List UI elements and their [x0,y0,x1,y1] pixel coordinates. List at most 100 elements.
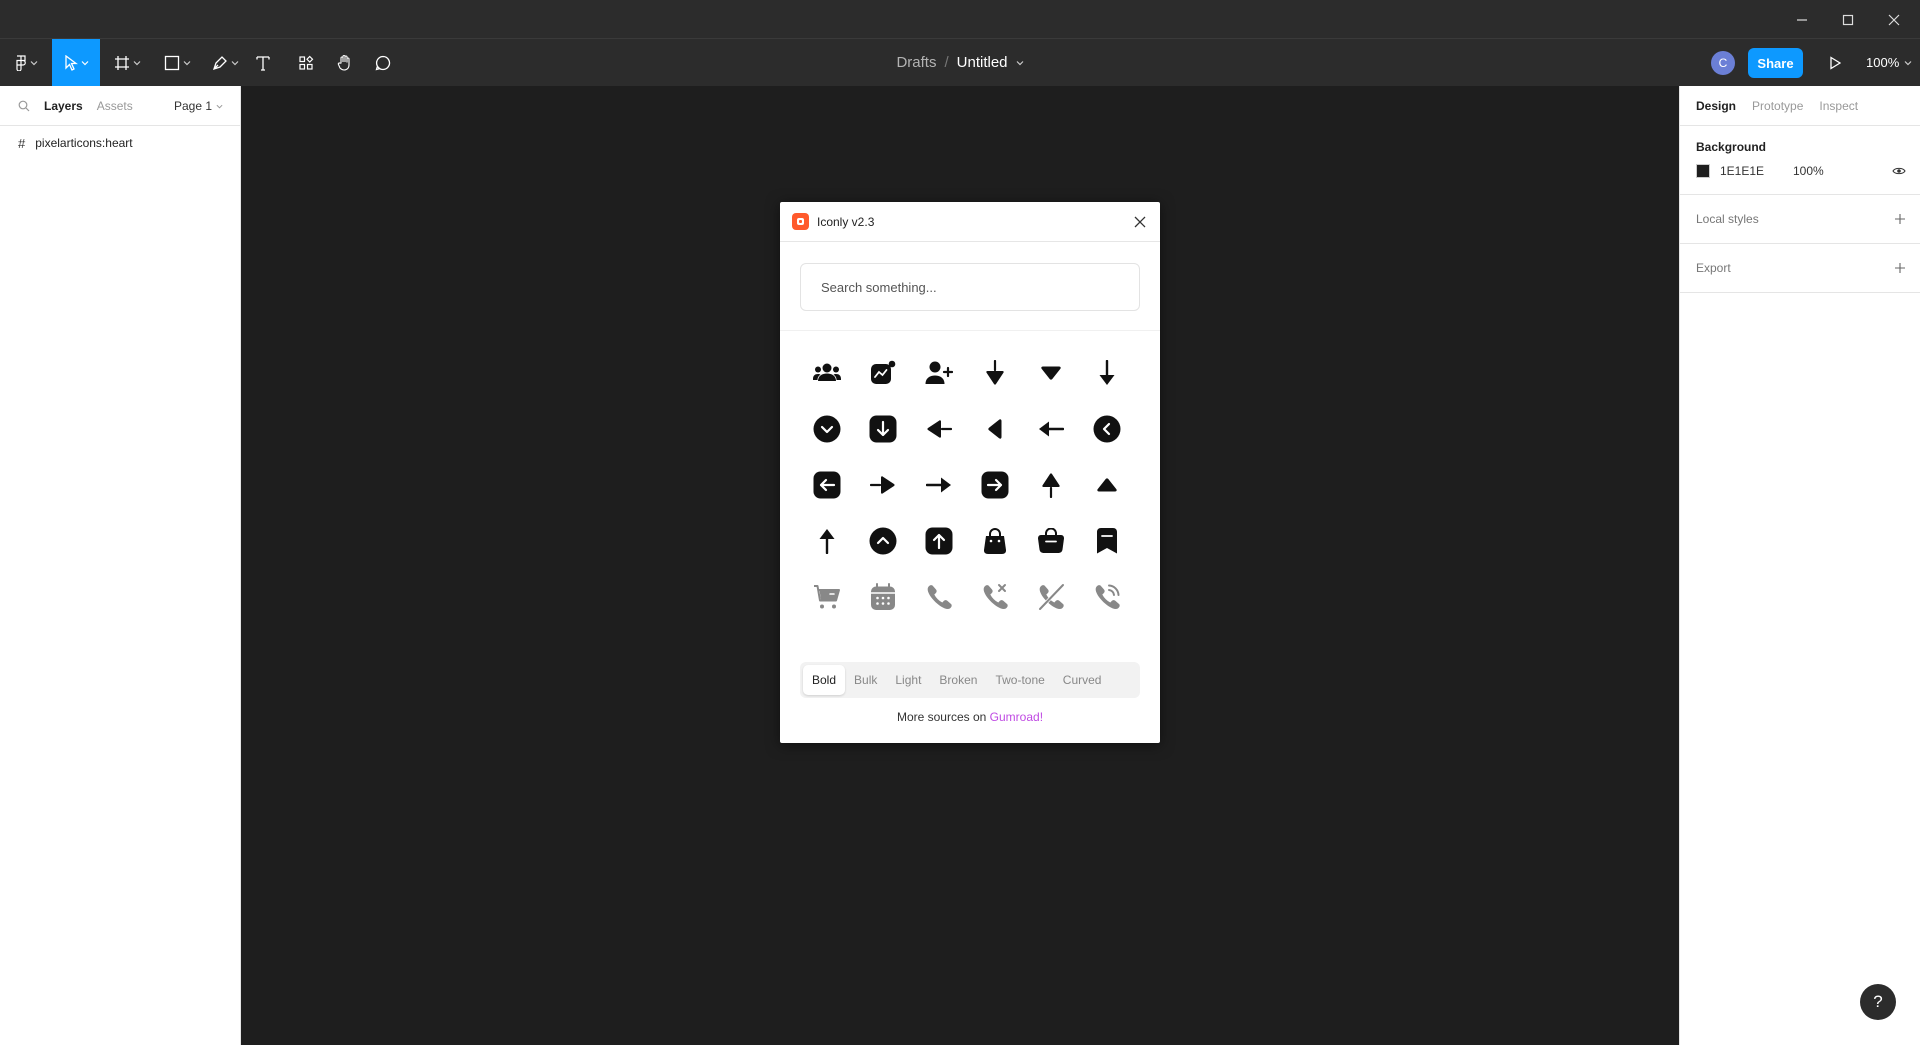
arrow-right-icon[interactable] [911,457,967,513]
bag-icon[interactable] [967,513,1023,569]
present-button[interactable] [1820,39,1850,86]
background-fill-row: 1E1E1E 100% [1680,154,1920,188]
chevron-down-icon [231,60,238,65]
page-selector[interactable]: Page 1 [174,86,223,126]
footer-text: More sources on [896,710,990,724]
breadcrumb-drafts[interactable]: Drafts [896,54,936,71]
arrow-up-3-icon[interactable] [1079,457,1135,513]
arrow-up-circle-icon[interactable] [855,513,911,569]
buy-icon[interactable] [799,569,855,625]
hand-tool-button[interactable] [330,39,360,86]
tab-design[interactable]: Design [1696,99,1736,113]
arrow-down-2-icon[interactable] [967,345,1023,401]
resources-tool-button[interactable] [291,39,321,86]
share-button[interactable]: Share [1748,48,1803,78]
maximize-button[interactable] [1825,0,1871,39]
iconly-plugin-window: Iconly v2.3 Search something... Bold Bul… [780,202,1160,743]
style-tab-light[interactable]: Light [886,665,930,695]
bag-2-icon[interactable] [1023,513,1079,569]
arrow-down-3-icon[interactable] [1023,345,1079,401]
comment-icon [375,55,391,70]
arrow-right-square-icon[interactable] [967,457,1023,513]
style-tab-curved[interactable]: Curved [1054,665,1111,695]
plus-icon[interactable] [1894,262,1906,274]
help-button[interactable]: ? [1860,984,1896,1020]
style-tab-bold[interactable]: Bold [803,665,846,695]
arrow-up-2-icon[interactable] [1023,457,1079,513]
title-bar [0,0,1920,39]
avatar[interactable]: C [1711,51,1735,75]
arrow-up-square-icon[interactable] [911,513,967,569]
arrow-left-square-icon[interactable] [799,457,855,513]
minimize-button[interactable] [1779,0,1825,39]
toolbar: Drafts / Untitled C Share 100% [0,39,1920,86]
background-swatch[interactable] [1696,164,1710,178]
arrow-down-circle-icon[interactable] [799,401,855,457]
background-title: Background [1696,140,1767,154]
text-icon [256,55,270,71]
users-icon[interactable] [799,345,855,401]
chevron-down-icon [133,60,140,65]
chevron-down-icon [81,60,88,65]
tab-prototype[interactable]: Prototype [1752,99,1803,113]
page-selector-label: Page 1 [174,99,213,113]
style-tab-two-tone[interactable]: Two-tone [986,665,1053,695]
chevron-down-icon [216,104,223,109]
arrow-right-2-icon[interactable] [855,457,911,513]
calling-icon[interactable] [1079,569,1135,625]
text-tool-button[interactable] [250,39,276,86]
style-tab-broken[interactable]: Broken [930,665,986,695]
tab-assets[interactable]: Assets [97,99,133,113]
pen-tool-button[interactable] [206,39,244,86]
zoom-menu[interactable]: 100% [1866,39,1912,86]
hand-icon [337,54,350,71]
close-window-button[interactable] [1871,0,1917,39]
tab-inspect[interactable]: Inspect [1819,99,1858,113]
plugin-title: Iconly v2.3 [817,214,875,229]
call-missed-icon[interactable] [967,569,1023,625]
style-tab-bulk[interactable]: Bulk [845,665,886,695]
plugin-close-button[interactable] [1130,212,1150,232]
file-name[interactable]: Untitled [957,54,1008,71]
comment-tool-button[interactable] [368,39,398,86]
plugin-footer: More sources on Gumroad! [780,710,1160,724]
iconly-logo-icon [792,213,809,230]
plus-icon[interactable] [1894,213,1906,225]
arrow-left-circle-icon[interactable] [1079,401,1135,457]
arrow-left-icon[interactable] [1023,401,1079,457]
bookmark-icon[interactable] [1079,513,1135,569]
background-section: Background 1E1E1E 100% [1680,126,1920,195]
plugin-header: Iconly v2.3 [780,202,1160,242]
export-section: Export [1680,244,1920,293]
eye-icon[interactable] [1892,166,1906,176]
close-icon [1888,14,1900,25]
add-user-icon[interactable] [911,345,967,401]
frame-tool-button[interactable] [108,39,146,86]
icon-grid [799,345,1135,625]
export-label: Export [1696,261,1731,275]
background-hex[interactable]: 1E1E1E [1720,164,1793,178]
layer-item[interactable]: # pixelarticons:heart [0,127,240,159]
activity-icon[interactable] [855,345,911,401]
main-menu-button[interactable] [6,39,46,86]
background-opacity[interactable]: 100% [1793,164,1824,178]
chevron-down-icon [1904,60,1912,65]
arrow-up-icon[interactable] [799,513,855,569]
chevron-down-icon [30,60,37,65]
arrow-left-3-icon[interactable] [967,401,1023,457]
move-tool-button[interactable] [52,39,100,86]
gumroad-link[interactable]: Gumroad! [990,710,1043,724]
play-icon [1830,55,1841,70]
call-silent-icon[interactable] [1023,569,1079,625]
chevron-down-icon[interactable] [1016,59,1024,67]
calendar-icon[interactable] [855,569,911,625]
search-icon[interactable] [18,100,30,112]
shape-tool-button[interactable] [158,39,196,86]
arrow-down-icon[interactable] [1079,345,1135,401]
tab-layers[interactable]: Layers [44,99,83,113]
arrow-left-2-icon[interactable] [911,401,967,457]
minimize-icon [1797,18,1807,21]
icon-search-input[interactable] [800,263,1140,311]
call-icon[interactable] [911,569,967,625]
arrow-down-square-icon[interactable] [855,401,911,457]
